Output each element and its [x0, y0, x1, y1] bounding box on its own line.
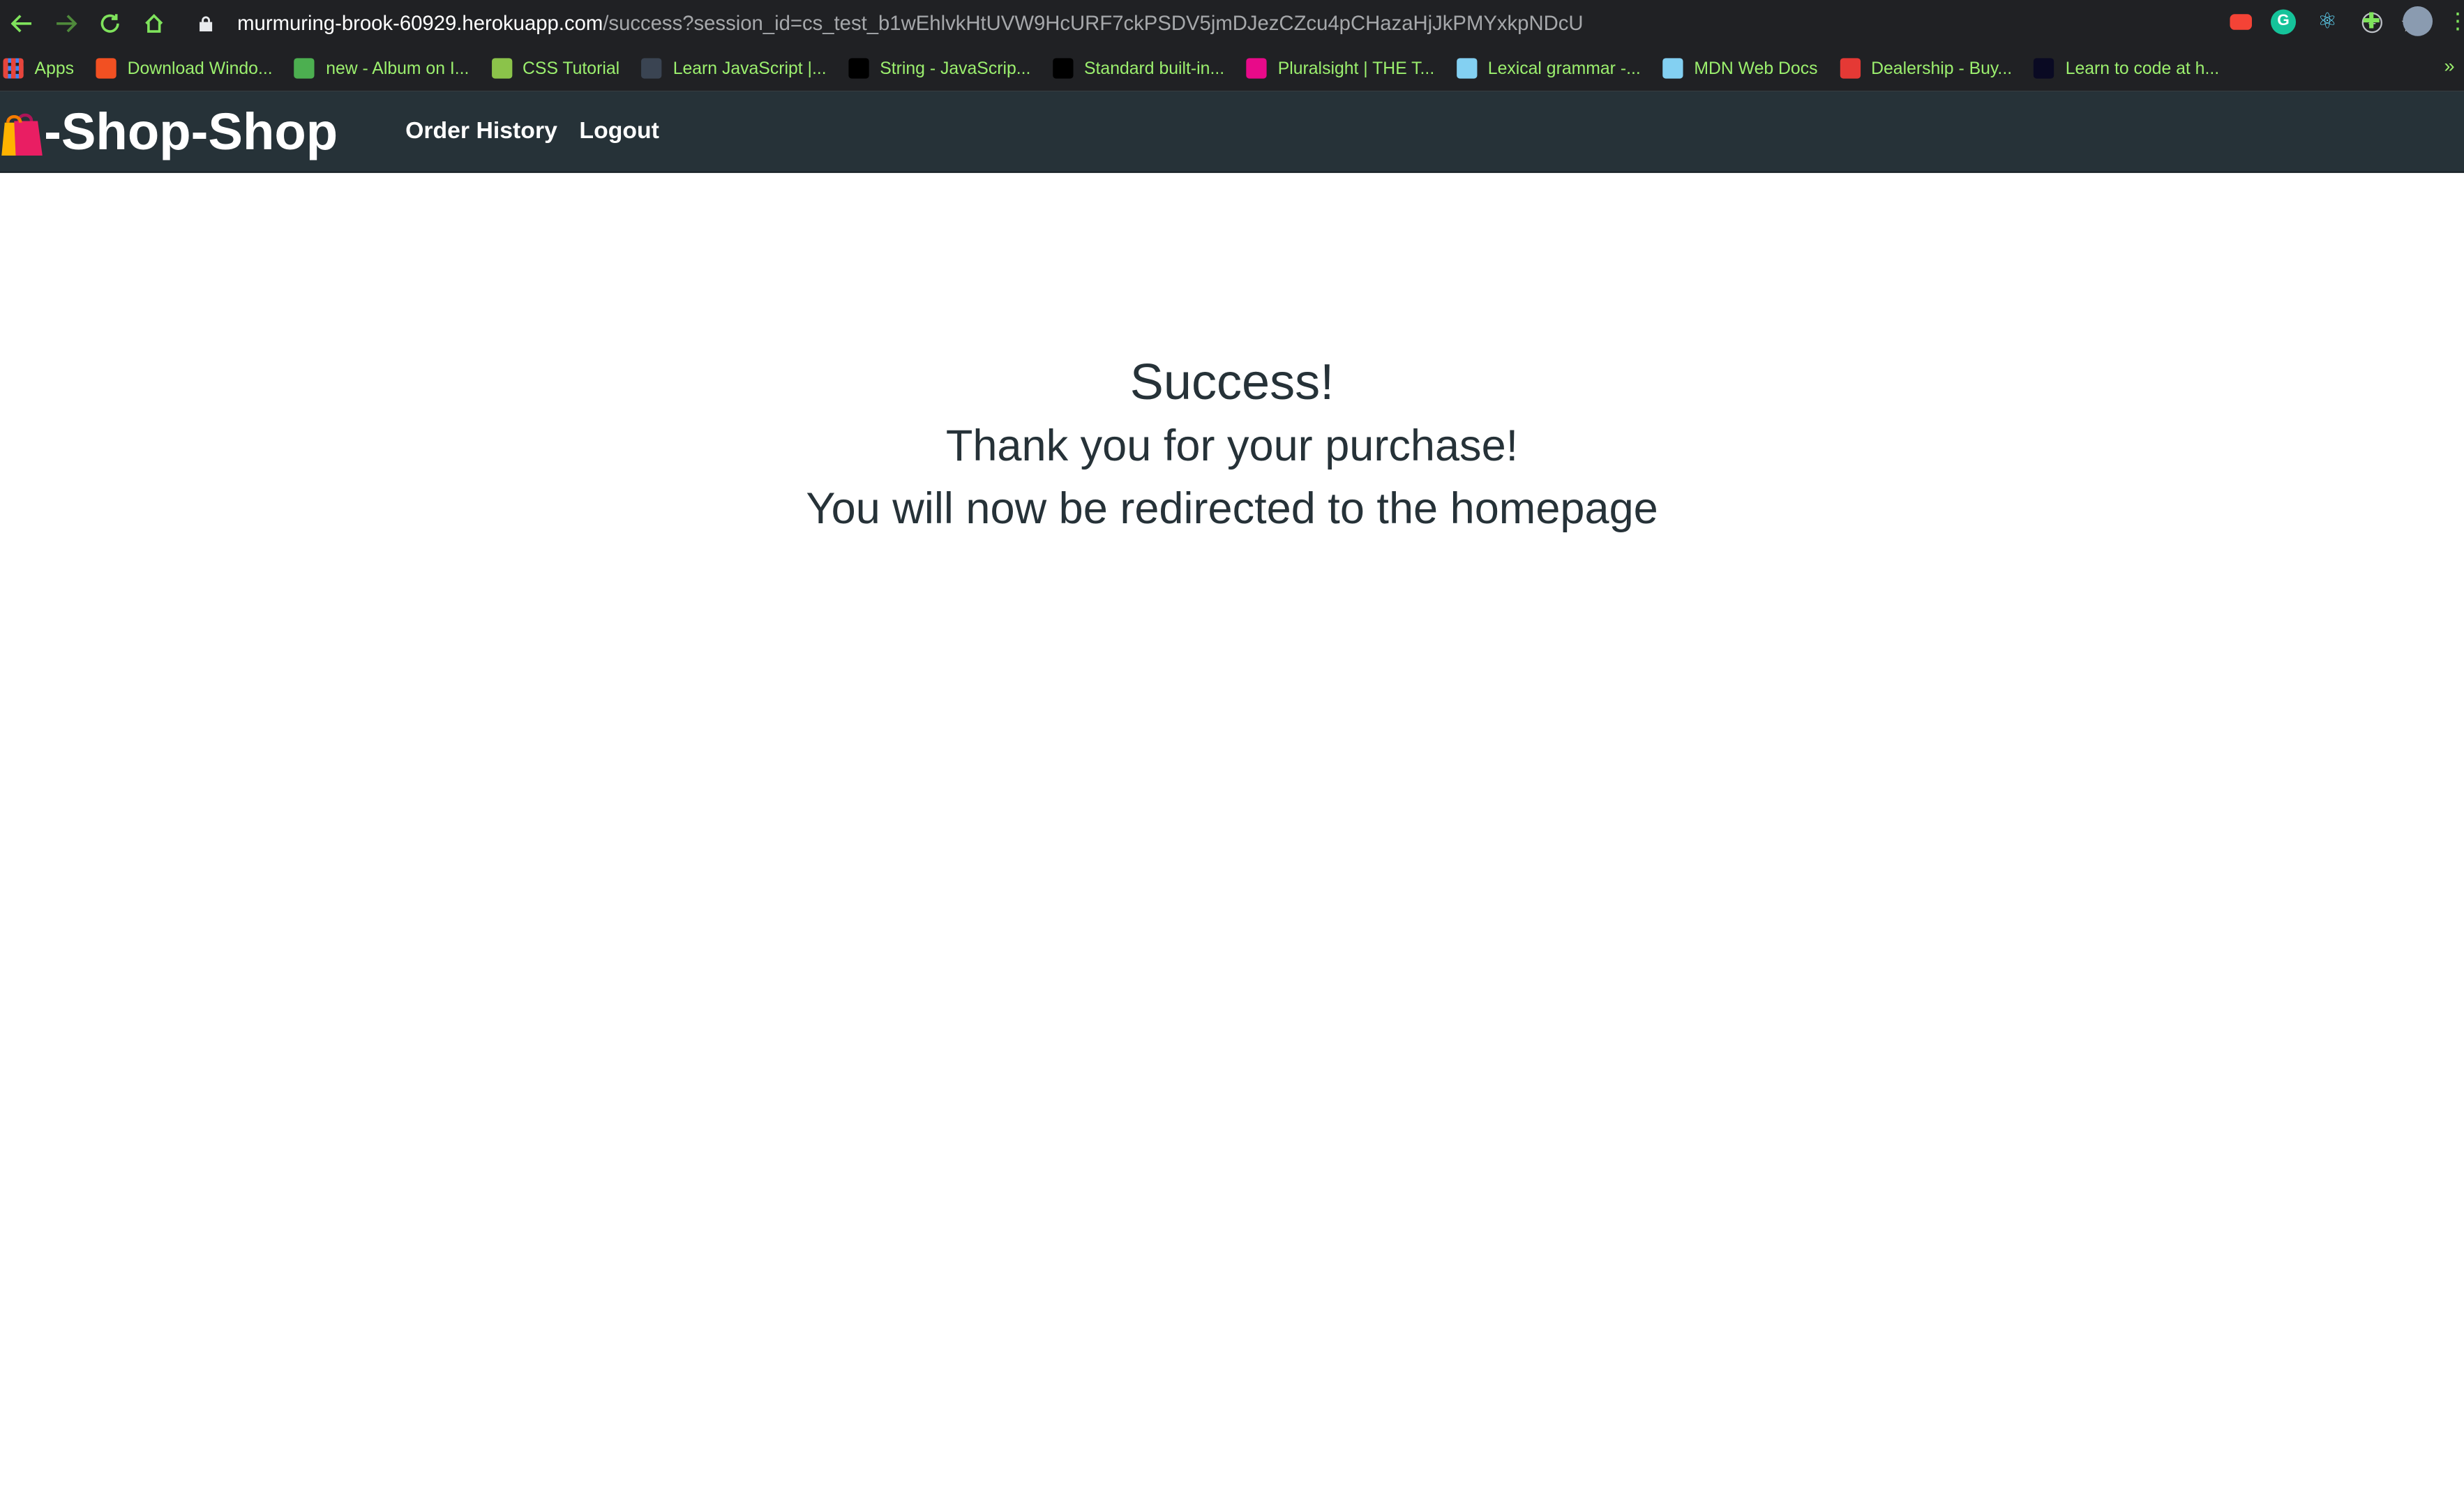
reload-icon[interactable] [88, 1, 132, 45]
bookmark-item[interactable]: Standard built-in... [1052, 58, 1225, 79]
bookmark-label: Standard built-in... [1084, 59, 1225, 78]
bookmark-label: MDN Web Docs [1694, 59, 1818, 78]
w3-icon [490, 58, 512, 79]
bookmark-item[interactable]: Learn JavaScript |... [641, 58, 827, 79]
bookmark-item[interactable]: Lexical grammar -... [1456, 58, 1641, 79]
js-icon [641, 58, 662, 79]
bookmark-label: Download Windo... [127, 59, 273, 78]
bookmark-label: Pluralsight | THE T... [1277, 59, 1435, 78]
bookmark-label: Dealership - Buy... [1871, 59, 2013, 78]
success-content: Success! Thank you for your purchase! Yo… [0, 350, 2464, 541]
windows-icon [96, 58, 117, 79]
bookmark-label: CSS Tutorial [523, 59, 620, 78]
brand-logo[interactable]: -Shop-Shop [0, 101, 338, 161]
mdn-icon [1662, 58, 1683, 79]
browser-toolbar: murmuring-brook-60929.herokuapp.com/succ… [0, 0, 2464, 45]
forward-arrow-icon[interactable] [44, 1, 88, 45]
bookmark-label: String - JavaScrip... [880, 59, 1031, 78]
redirect-message: You will now be redirected to the homepa… [806, 483, 1658, 533]
bookmark-item[interactable]: Apps [3, 58, 75, 79]
puzzle-icon[interactable]: ✚ [2359, 8, 2384, 33]
bookmark-label: Learn JavaScript |... [673, 59, 827, 78]
apps-grid-icon [3, 58, 24, 79]
app-header: -Shop-Shop Order History Logout [0, 91, 2464, 173]
app-nav: Order History Logout [405, 118, 659, 144]
brand-name: -Shop-Shop [44, 101, 338, 160]
bookmark-item[interactable]: Pluralsight | THE T... [1246, 58, 1435, 79]
freecodecamp-icon [2034, 58, 2054, 79]
bookmark-label: Apps [34, 59, 75, 78]
lock-icon [200, 15, 213, 31]
shopping-bags-icon [1, 112, 43, 155]
bookmarks-more[interactable]: » [2444, 55, 2454, 77]
home-icon[interactable] [132, 1, 176, 45]
react-devtools-icon[interactable]: ⚛ [2315, 8, 2340, 33]
bookmark-item[interactable]: MDN Web Docs [1662, 58, 1818, 79]
bookmark-label: new - Album on I... [326, 59, 469, 78]
mdn-icon [1456, 58, 1478, 79]
bookmark-item[interactable]: Download Windo... [96, 58, 273, 79]
mdn-icon [1052, 58, 1074, 79]
extension-icon[interactable] [2230, 13, 2252, 29]
logout-link[interactable]: Logout [579, 118, 659, 144]
bookmark-item[interactable]: CSS Tutorial [490, 58, 620, 79]
thanks-message: Thank you for your purchase! [945, 421, 1519, 470]
page-title: Success! [1129, 353, 1335, 410]
more-vert-icon[interactable]: ⋮ [2447, 8, 2464, 33]
bookmark-item[interactable]: String - JavaScrip... [848, 58, 1031, 79]
album-icon [294, 58, 315, 79]
url-path: /success?session_id=cs_test_b1wEhlvkHtUV… [603, 10, 1584, 35]
bookmark-label: Lexical grammar -... [1487, 59, 1641, 78]
bookmark-label: Learn to code at h... [2065, 59, 2220, 78]
order-history-link[interactable]: Order History [405, 118, 557, 144]
bookmarks-bar: Apps Download Windo... new - Album on I...… [0, 45, 2464, 91]
bookmark-item[interactable]: new - Album on I... [294, 58, 469, 79]
grammarly-icon[interactable]: G [2271, 8, 2297, 34]
avatar[interactable] [2403, 6, 2433, 36]
url-host: murmuring-brook-60929.herokuapp.com [237, 10, 603, 35]
bookmark-item[interactable]: Dealership - Buy... [1840, 58, 2013, 79]
address-bar[interactable]: murmuring-brook-60929.herokuapp.com/succ… [182, 5, 2423, 41]
back-arrow-icon[interactable] [0, 1, 44, 45]
n-icon [1840, 58, 1861, 79]
mdn-icon [848, 58, 869, 79]
browser-chrome: murmuring-brook-60929.herokuapp.com/succ… [0, 0, 2464, 91]
pluralsight-icon [1246, 58, 1267, 79]
bookmark-item[interactable]: Learn to code at h... [2034, 58, 2220, 79]
